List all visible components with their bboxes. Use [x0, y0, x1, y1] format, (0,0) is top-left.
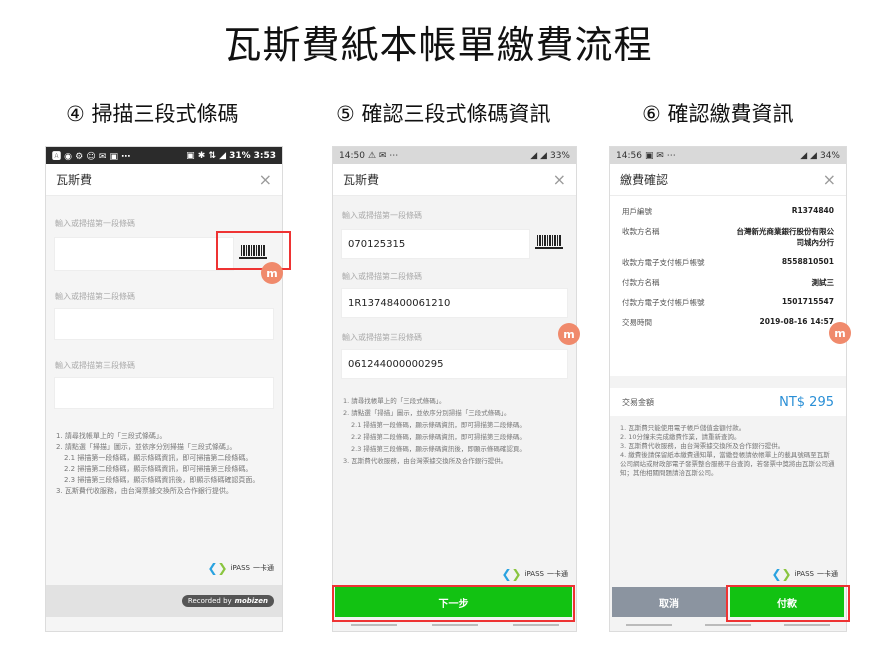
barcode-scan-icon[interactable]: [534, 234, 564, 250]
dialog-title: 瓦斯費: [56, 173, 93, 187]
ipass-icon: ❮❯: [207, 561, 228, 575]
note-1: 1. 請尋找帳單上的「三段式條碼」。: [56, 432, 167, 440]
cancel-button[interactable]: 取消: [612, 587, 726, 617]
status-bar: 14:56 ▣ ✉ ⋯ ◢ ◢ 34%: [610, 147, 846, 164]
note-2: 2. 請點選「掃描」圖示，並依序分別掃描「三段式條碼」。: [56, 443, 237, 451]
ipass-icon: ❮❯: [501, 567, 522, 581]
note-1: 1. 請尋找帳單上的「三段式條碼」。: [343, 397, 446, 405]
note-2: 2. 10分鐘未完成繳費作業，請重新查詢。: [620, 433, 741, 441]
mobizen-badge[interactable]: m: [261, 262, 283, 284]
status-time: 14:50: [339, 150, 365, 161]
close-icon[interactable]: ×: [259, 171, 272, 188]
barcode-input-2[interactable]: 1R13748400061210: [341, 288, 568, 318]
ipass-logo: ❮❯ iPASS 一卡通: [501, 567, 568, 581]
note-3: 3. 瓦斯費代收服務，由台灣票據交換所及合作銀行提供。: [343, 457, 508, 465]
status-bar: 🅰 ◉ ⚙ ☺ ✉ ▣ ⋯ ▣ ✱ ⇅ ◢ 31% 3:53: [46, 147, 282, 164]
status-icons: ▣ ✉ ⋯: [644, 150, 676, 161]
detail-row: 收款方名稱 台灣新光商業銀行股份有限公司城內分行: [622, 227, 834, 247]
field-label-1: 輸入或掃描第一段條碼: [342, 211, 422, 220]
barcode-input-1[interactable]: 070125315: [341, 229, 530, 259]
recorder-bar: Recorded by mobizen: [46, 585, 282, 617]
payment-details: 用戶編號 R1374840 收款方名稱 台灣新光商業銀行股份有限公司城內分行 收…: [610, 196, 846, 376]
note-1: 1. 瓦斯費只能使用電子帳戶儲值金額付款。: [620, 424, 746, 432]
battery-level: 31%: [229, 150, 251, 161]
detail-row: 付款方電子支付帳戶帳號 1501715547: [622, 297, 834, 307]
instructions: 1. 請尋找帳單上的「三段式條碼」。 2. 請點選「掃描」圖示，並依序分別掃描「…: [46, 431, 282, 497]
dialog-header: 瓦斯費 ×: [46, 164, 282, 196]
detail-row: 交易時間 2019-08-16 14:57: [622, 317, 834, 327]
instructions: 1. 請尋找帳單上的「三段式條碼」。 2. 請點選「掃描」圖示，並依序分別掃描「…: [333, 395, 576, 467]
dialog-header: 繳費確認 ×: [610, 164, 846, 196]
phone-screen-confirm-payment: 14:56 ▣ ✉ ⋯ ◢ ◢ 34% 繳費確認 × 用戶編號 R1374840…: [609, 146, 847, 632]
detail-row: 用戶編號 R1374840: [622, 206, 834, 216]
signal-icons: ▣ ✱ ⇅ ◢: [186, 150, 227, 161]
field-label-1: 輸入或掃描第一段條碼: [55, 219, 135, 228]
ipass-sub: 一卡通: [253, 564, 274, 572]
next-highlight-box: [332, 585, 575, 622]
mobizen-badge[interactable]: m: [558, 323, 580, 345]
dialog-title: 繳費確認: [620, 173, 669, 187]
step-title-6: ⑥ 確認繳費資訊: [642, 102, 794, 126]
barcode-input-2[interactable]: [54, 308, 274, 340]
barcode-input-1[interactable]: [54, 237, 234, 271]
signal-icons: ◢ ◢: [530, 150, 547, 161]
dialog-header: 瓦斯費 ×: [333, 164, 576, 196]
close-icon[interactable]: ×: [823, 171, 836, 188]
payment-notes: 1. 瓦斯費只能使用電子帳戶儲值金額付款。 2. 10分鐘未完成繳費作業，請重新…: [610, 424, 846, 478]
phone-screen-confirm-barcode: 14:50 ⚠ ✉ ⋯ ◢ ◢ 33% 瓦斯費 × 輸入或掃描第一段條碼 070…: [332, 146, 577, 632]
ipass-brand: iPASS: [524, 570, 544, 578]
close-icon[interactable]: ×: [553, 171, 566, 188]
phone-screen-scan: 🅰 ◉ ⚙ ☺ ✉ ▣ ⋯ ▣ ✱ ⇅ ◢ 31% 3:53 瓦斯費 × 輸入或…: [45, 146, 283, 632]
field-label-3: 輸入或掃描第三段條碼: [342, 333, 422, 342]
amount-value: NT$ 295: [779, 394, 834, 410]
dialog-title: 瓦斯費: [343, 173, 380, 187]
ipass-sub: 一卡通: [547, 570, 568, 578]
step-title-4: ④ 掃描三段式條碼: [66, 102, 239, 126]
status-time: 3:53: [253, 150, 276, 161]
barcode-input-3[interactable]: 061244000000295: [341, 349, 568, 379]
note-2-2: 2.2 掃描第二段條碼，顯示條碼資訊，即可掃描第三段條碼。: [351, 433, 526, 441]
signal-icons: ◢ ◢: [800, 150, 817, 161]
detail-row: 收款方電子支付帳戶帳號 8558810501: [622, 257, 834, 267]
note-2-1: 2.1 掃描第一段條碼，顯示條碼資訊，即可掃描第二段條碼。: [351, 421, 526, 429]
field-label-2: 輸入或掃描第二段條碼: [342, 272, 422, 281]
field-label-2: 輸入或掃描第二段條碼: [55, 292, 135, 301]
detail-row: 付款方名稱 測試三: [622, 278, 834, 287]
note-3: 3. 瓦斯費代收服務，由台灣票據交換所及合作銀行提供。: [56, 487, 233, 495]
note-2: 2. 請點選「掃描」圖示，並依序分別掃描「三段式條碼」。: [343, 409, 511, 417]
battery-level: 33%: [549, 150, 570, 161]
ipass-brand: iPASS: [794, 570, 814, 578]
status-icons: ⚠ ✉ ⋯: [367, 150, 399, 161]
recorded-by-badge: Recorded by mobizen: [181, 595, 274, 607]
status-time: 14:56: [616, 150, 642, 161]
note-2-1: 2.1 掃描第一段條碼，顯示條碼資訊，即可掃描第二段條碼。: [64, 454, 253, 462]
note-4: 4. 繳費後請保留紙本繳費通知單，當繳登帳請依帳單上的載具號碼至瓦斯公司網站或財…: [620, 451, 835, 477]
ipass-logo: ❮❯ iPASS 一卡通: [771, 567, 838, 581]
scan-highlight-box: [216, 231, 291, 270]
ipass-logo: ❮❯ iPASS 一卡通: [207, 561, 274, 575]
note-3: 3. 瓦斯費代收服務，由台灣票據交換所及合作銀行提供。: [620, 442, 785, 450]
note-2-2: 2.2 掃描第二段條碼，顯示條碼資訊，即可掃描第三段條碼。: [64, 465, 253, 473]
pay-highlight-box: [726, 585, 850, 622]
step-title-5: ⑤ 確認三段式條碼資訊: [336, 102, 551, 126]
battery-level: 34%: [819, 150, 840, 161]
note-2-3: 2.3 掃描第三段條碼，顯示條碼資訊後，即顯示條碼確認頁面。: [64, 476, 260, 484]
ipass-icon: ❮❯: [771, 567, 792, 581]
note-2-3: 2.3 掃描第三段條碼，顯示條碼資訊後，即顯示條碼確認頁。: [351, 445, 526, 453]
amount-label: 交易金額: [622, 397, 654, 407]
amount-row: 交易金額 NT$ 295: [610, 388, 846, 416]
status-icons: 🅰 ◉ ⚙ ☺ ✉ ▣ ⋯: [52, 152, 131, 162]
ipass-sub: 一卡通: [817, 570, 838, 578]
ipass-brand: iPASS: [230, 564, 250, 572]
mobizen-badge[interactable]: m: [829, 322, 851, 344]
barcode-input-3[interactable]: [54, 377, 274, 409]
page-title: 瓦斯費紙本帳單繳費流程: [223, 23, 653, 67]
field-label-3: 輸入或掃描第三段條碼: [55, 361, 135, 370]
status-bar: 14:50 ⚠ ✉ ⋯ ◢ ◢ 33%: [333, 147, 576, 164]
